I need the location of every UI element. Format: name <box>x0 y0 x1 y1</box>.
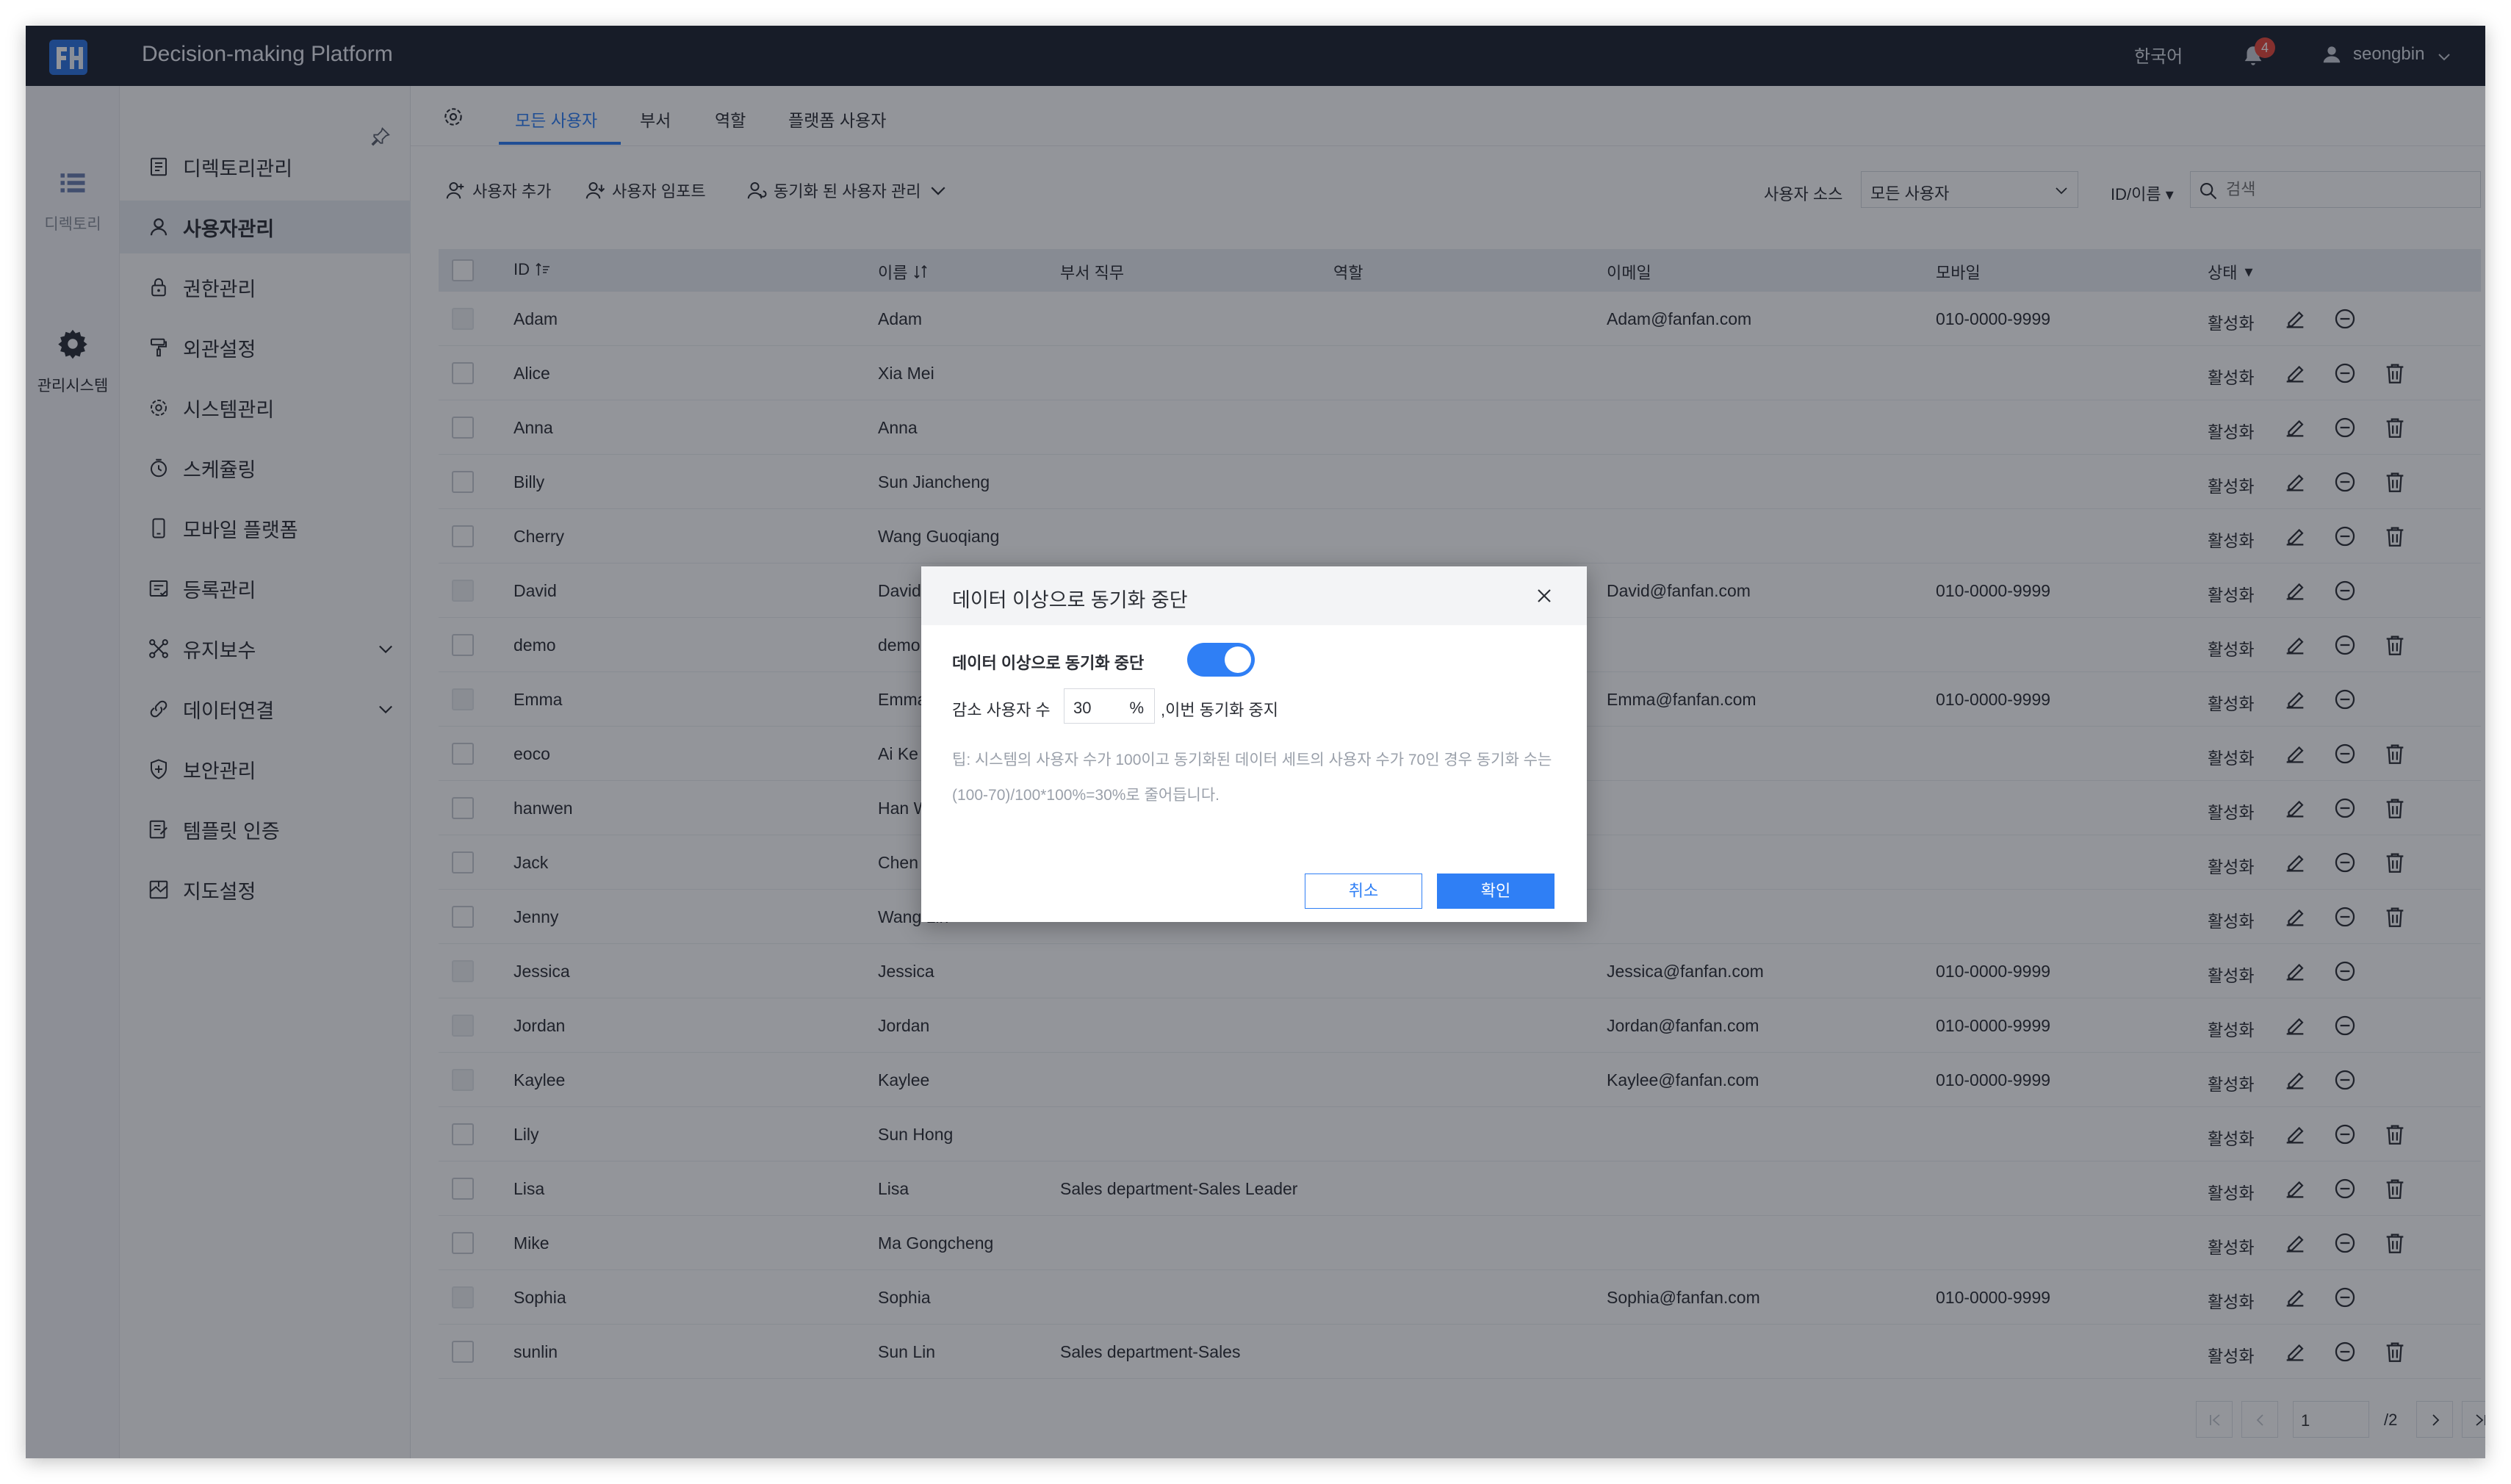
close-icon[interactable] <box>1532 584 1556 608</box>
sync-stop-toggle[interactable] <box>1187 643 1255 677</box>
reduce-percent-input[interactable]: 30 % <box>1064 688 1155 724</box>
reduce-users-label: 감소 사용자 수 <box>952 701 1051 719</box>
confirm-button[interactable]: 확인 <box>1437 874 1554 909</box>
sync-stop-dialog: 데이터 이상으로 동기화 중단 데이터 이상으로 동기화 중단 감소 사용자 수… <box>921 566 1587 922</box>
percent-unit: % <box>1129 699 1144 717</box>
toggle-knob <box>1225 646 1251 673</box>
app-window: Decision-making Platform 한국어 4 seongbin … <box>26 26 2485 1458</box>
cancel-button[interactable]: 취소 <box>1305 874 1422 909</box>
reduce-suffix: ,이번 동기화 중지 <box>1161 701 1279 719</box>
reduce-percent-value: 30 <box>1073 699 1092 717</box>
toggle-label: 데이터 이상으로 동기화 중단 <box>952 654 1145 672</box>
tip-text: 팁: 시스템의 사용자 수가 100이고 동기화된 데이터 세트의 사용자 수가… <box>952 752 1552 804</box>
dialog-header: 데이터 이상으로 동기화 중단 <box>921 566 1587 625</box>
dialog-title: 데이터 이상으로 동기화 중단 <box>952 589 1188 611</box>
